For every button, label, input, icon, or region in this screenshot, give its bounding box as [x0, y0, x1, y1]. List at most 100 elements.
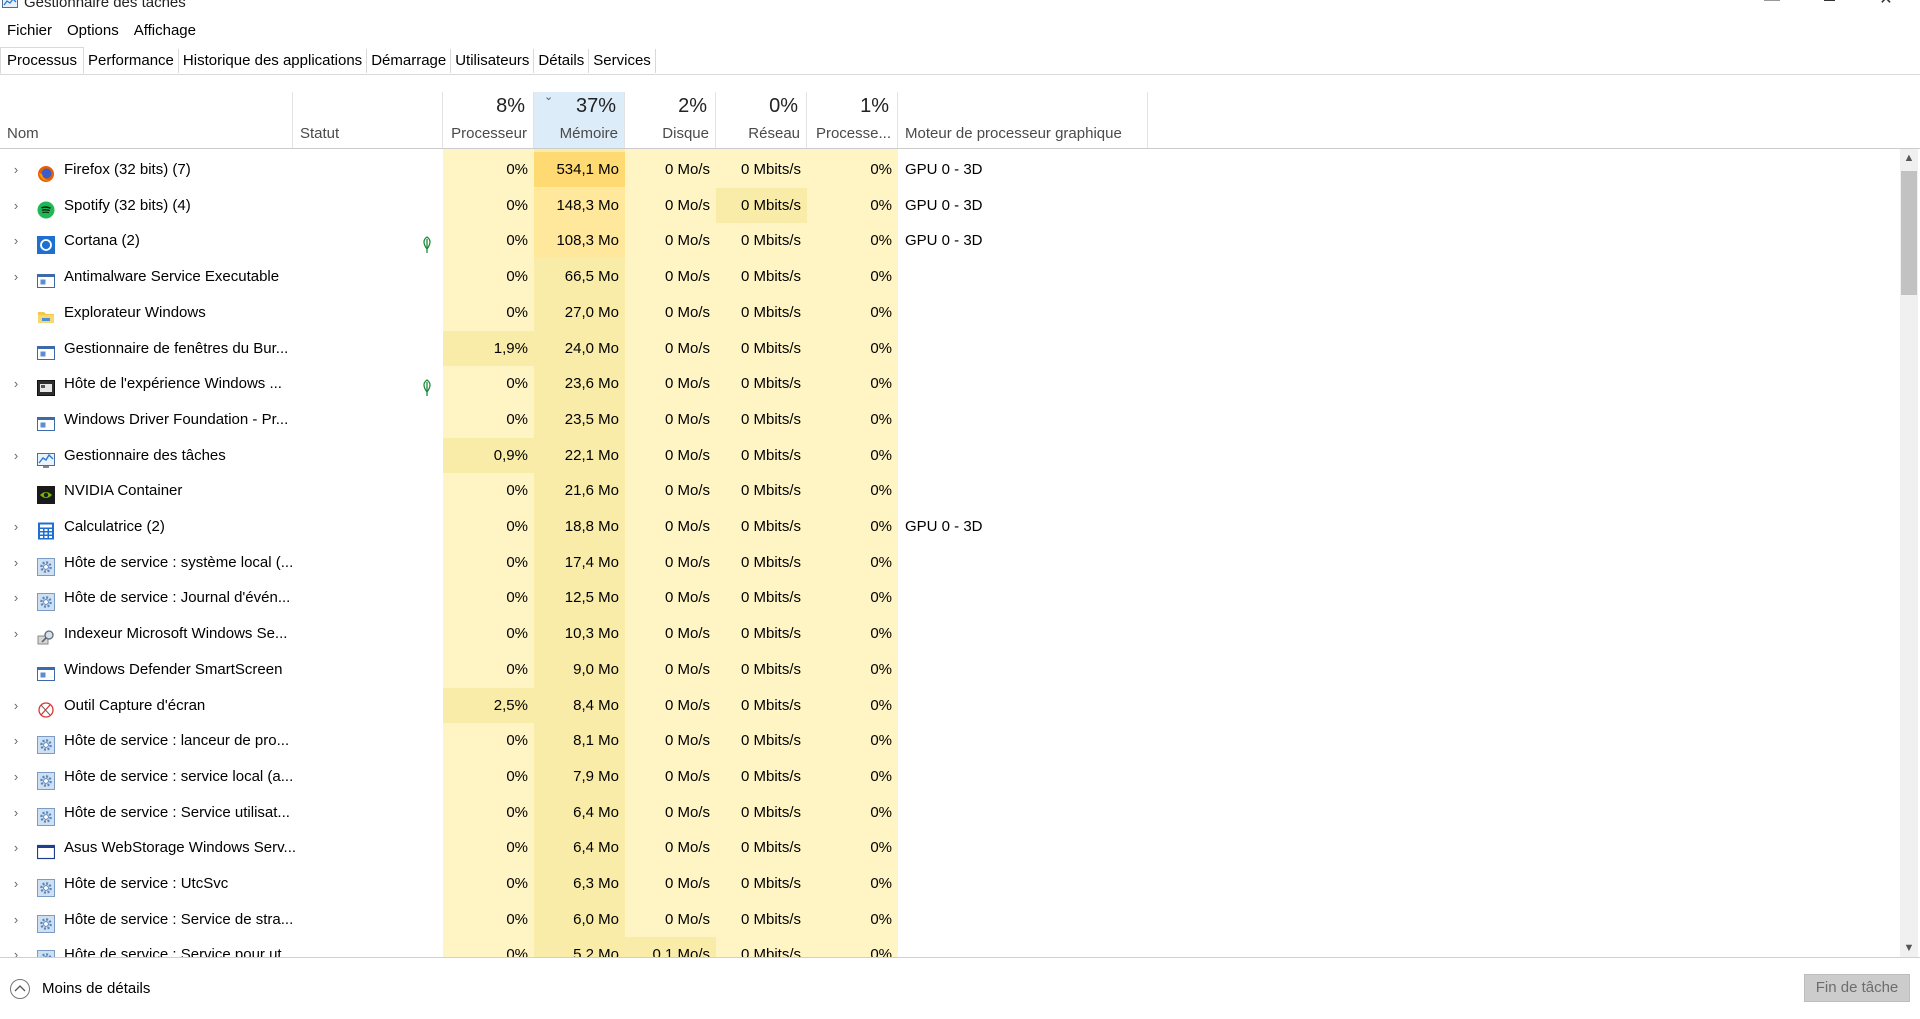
process-gpu: 0%: [807, 473, 898, 508]
tab-historique[interactable]: Historique des applications: [179, 49, 367, 73]
process-gpu-engine: [898, 295, 1148, 330]
chevron-right-icon[interactable]: ›: [10, 902, 22, 937]
process-disk: 0 Mo/s: [625, 152, 716, 187]
menu-options[interactable]: Options: [60, 20, 127, 42]
process-name: Explorateur Windows: [64, 295, 206, 330]
column-header-cpu[interactable]: 8% Processeur: [443, 92, 534, 148]
process-cpu: 0%: [443, 580, 534, 615]
process-network: 0 Mbits/s: [716, 688, 807, 723]
chevron-right-icon[interactable]: ›: [10, 830, 22, 865]
process-cpu: 0%: [443, 759, 534, 794]
process-status-cell: [293, 688, 443, 723]
chevron-right-icon[interactable]: ›: [10, 866, 22, 901]
vertical-scrollbar[interactable]: ▲ ▼: [1900, 149, 1918, 957]
chevron-right-icon[interactable]: ›: [10, 688, 22, 723]
chevron-up-circle-icon[interactable]: [10, 979, 30, 999]
tab-processus[interactable]: Processus: [0, 47, 84, 74]
less-details-link[interactable]: Moins de détails: [42, 980, 150, 997]
chevron-right-icon[interactable]: ›: [10, 509, 22, 544]
process-cpu: 0%: [443, 723, 534, 758]
close-button[interactable]: ✕: [1866, 0, 1906, 12]
process-status-cell: [293, 616, 443, 651]
maximize-button[interactable]: [1810, 0, 1850, 12]
process-row[interactable]: ›Antimalware Service Executable0%66,5 Mo…: [0, 259, 1902, 294]
menu-fichier[interactable]: Fichier: [0, 20, 60, 42]
scroll-down-arrow-icon[interactable]: ▼: [1900, 939, 1918, 957]
process-network: 0 Mbits/s: [716, 223, 807, 258]
process-gpu-engine: [898, 473, 1148, 508]
process-row[interactable]: Windows Driver Foundation - Pr...0%23,5 …: [0, 402, 1902, 437]
process-row[interactable]: ›Hôte de service : Service utilisat...0%…: [0, 795, 1902, 830]
process-row[interactable]: ›Gestionnaire des tâches0,9%22,1 Mo0 Mo/…: [0, 438, 1902, 473]
column-header-network[interactable]: 0% Réseau: [716, 92, 807, 148]
process-row[interactable]: Gestionnaire de fenêtres du Bur...1,9%24…: [0, 331, 1902, 366]
minimize-button[interactable]: —: [1752, 0, 1792, 12]
process-row[interactable]: ›Calculatrice (2)0%18,8 Mo0 Mo/s0 Mbits/…: [0, 509, 1902, 544]
tab-details[interactable]: Détails: [534, 49, 589, 73]
process-disk: 0 Mo/s: [625, 366, 716, 401]
gear-icon: [37, 911, 55, 929]
process-gpu-engine: GPU 0 - 3D: [898, 223, 1148, 258]
chevron-right-icon[interactable]: ›: [10, 223, 22, 258]
chevron-right-icon[interactable]: ›: [10, 795, 22, 830]
tab-demarrage[interactable]: Démarrage: [367, 49, 451, 73]
process-name: Outil Capture d'écran: [64, 688, 205, 723]
process-cpu: 1,9%: [443, 331, 534, 366]
chevron-right-icon[interactable]: ›: [10, 723, 22, 758]
tab-performance[interactable]: Performance: [84, 49, 179, 73]
process-row[interactable]: ›Hôte de l'expérience Windows ...0%23,6 …: [0, 366, 1902, 401]
column-header-gpu-engine[interactable]: Moteur de processeur graphique: [898, 92, 1148, 148]
column-header-gpu[interactable]: 1% Processe...: [807, 92, 898, 148]
process-disk: 0 Mo/s: [625, 759, 716, 794]
process-row[interactable]: ›Hôte de service : UtcSvc0%6,3 Mo0 Mo/s0…: [0, 866, 1902, 901]
process-row[interactable]: ›Hôte de service : lanceur de pro...0%8,…: [0, 723, 1902, 758]
scroll-up-arrow-icon[interactable]: ▲: [1900, 149, 1918, 167]
spotify-icon: [37, 197, 55, 215]
chevron-right-icon[interactable]: ›: [10, 188, 22, 223]
process-row[interactable]: ›Asus WebStorage Windows Serv...0%6,4 Mo…: [0, 830, 1902, 865]
process-row[interactable]: ›Hôte de service : Journal d'évén...0%12…: [0, 580, 1902, 615]
process-disk: 0 Mo/s: [625, 616, 716, 651]
process-network: 0 Mbits/s: [716, 402, 807, 437]
process-name-cell: ›Asus WebStorage Windows Serv...: [0, 830, 293, 865]
column-header-disk[interactable]: 2% Disque: [625, 92, 716, 148]
process-row[interactable]: ›Hôte de service : Service pour ut...0%5…: [0, 937, 1902, 957]
process-network: 0 Mbits/s: [716, 366, 807, 401]
process-gpu-engine: [898, 688, 1148, 723]
process-row[interactable]: ›Hôte de service : service local (a...0%…: [0, 759, 1902, 794]
process-row[interactable]: ›Hôte de service : Service de stra...0%6…: [0, 902, 1902, 937]
chevron-right-icon[interactable]: ›: [10, 152, 22, 187]
process-row[interactable]: ›Outil Capture d'écran2,5%8,4 Mo0 Mo/s0 …: [0, 688, 1902, 723]
process-row[interactable]: ›Spotify (32 bits) (4)0%148,3 Mo0 Mo/s0 …: [0, 188, 1902, 223]
menu-affichage[interactable]: Affichage: [127, 20, 204, 42]
end-task-button[interactable]: Fin de tâche: [1804, 974, 1910, 1002]
gear-icon: [37, 589, 55, 607]
scrollbar-thumb[interactable]: [1901, 171, 1917, 295]
chevron-right-icon[interactable]: ›: [10, 366, 22, 401]
process-disk: 0 Mo/s: [625, 259, 716, 294]
process-row[interactable]: Windows Defender SmartScreen0%9,0 Mo0 Mo…: [0, 652, 1902, 687]
chevron-right-icon[interactable]: ›: [10, 545, 22, 580]
process-memory: 5,2 Mo: [534, 937, 625, 957]
chevron-right-icon[interactable]: ›: [10, 616, 22, 651]
chevron-right-icon[interactable]: ›: [10, 580, 22, 615]
process-row[interactable]: Explorateur Windows0%27,0 Mo0 Mo/s0 Mbit…: [0, 295, 1902, 330]
process-gpu-engine: [898, 331, 1148, 366]
process-gpu: 0%: [807, 259, 898, 294]
chevron-right-icon[interactable]: ›: [10, 759, 22, 794]
process-row[interactable]: ›Indexeur Microsoft Windows Se...0%10,3 …: [0, 616, 1902, 651]
chevron-right-icon[interactable]: ›: [10, 438, 22, 473]
process-disk: 0 Mo/s: [625, 331, 716, 366]
column-header-name[interactable]: Nom: [0, 92, 293, 148]
chevron-right-icon[interactable]: ›: [10, 937, 22, 957]
process-row[interactable]: ›Cortana (2)0%108,3 Mo0 Mo/s0 Mbits/s0%G…: [0, 223, 1902, 258]
column-header-memory[interactable]: ⌄ 37% Mémoire: [534, 92, 625, 148]
tab-utilisateurs[interactable]: Utilisateurs: [451, 49, 534, 73]
chevron-right-icon[interactable]: ›: [10, 259, 22, 294]
column-label-disk: Disque: [662, 125, 709, 142]
tab-services[interactable]: Services: [589, 49, 656, 73]
process-row[interactable]: NVIDIA Container0%21,6 Mo0 Mo/s0 Mbits/s…: [0, 473, 1902, 508]
process-row[interactable]: ›Hôte de service : système local (...0%1…: [0, 545, 1902, 580]
column-header-status[interactable]: Statut: [293, 92, 443, 148]
process-row[interactable]: ›Firefox (32 bits) (7)0%534,1 Mo0 Mo/s0 …: [0, 152, 1902, 187]
